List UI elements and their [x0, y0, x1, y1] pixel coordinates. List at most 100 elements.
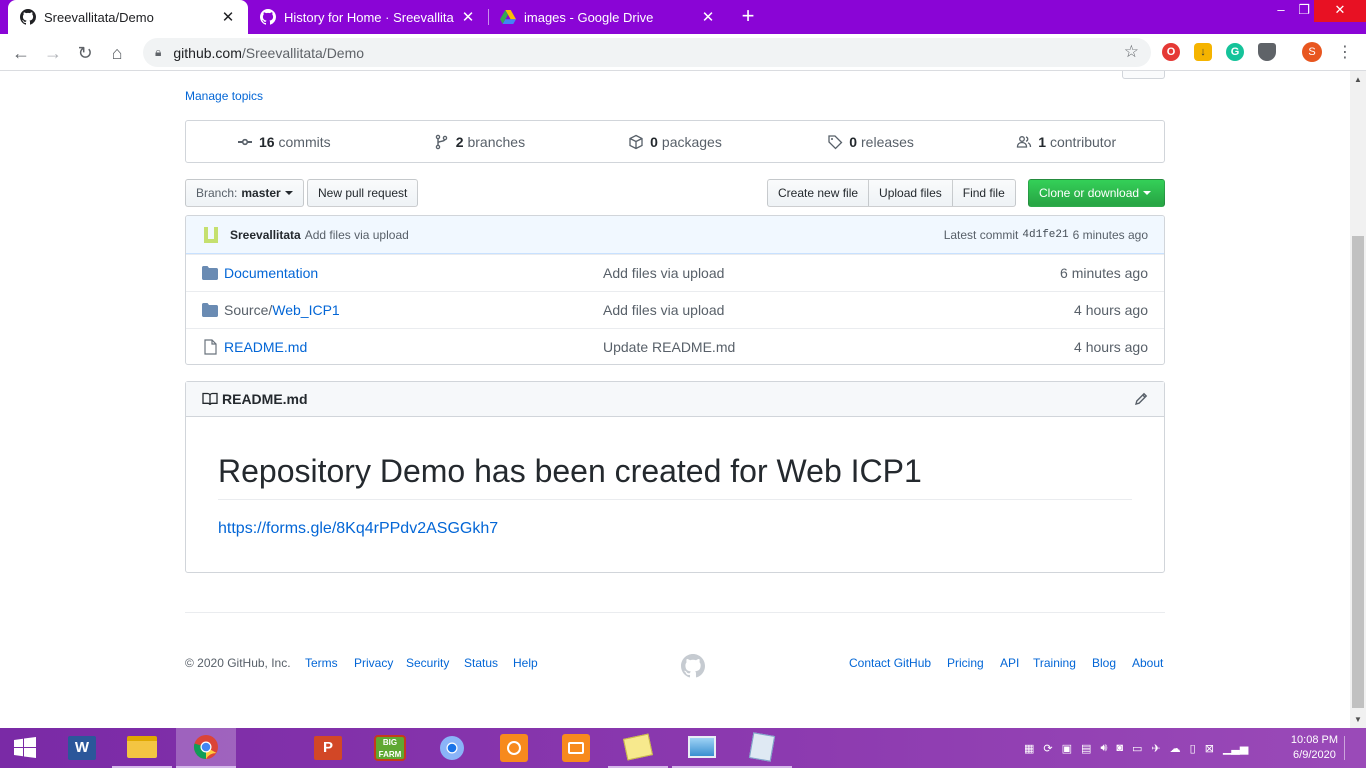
footer-link-privacy[interactable]: Privacy: [354, 656, 393, 670]
wifi-signal-icon[interactable]: ▁▃▅: [1223, 742, 1248, 755]
branches-stat[interactable]: 2 branches: [382, 121, 578, 162]
tray-app-icon[interactable]: ▣: [1062, 742, 1072, 755]
volume-icon[interactable]: 🔊︎: [1100, 742, 1107, 755]
file-age: 6 minutes ago: [1060, 265, 1148, 281]
file-commit-message[interactable]: Update README.md: [603, 339, 735, 355]
footer-link-help[interactable]: Help: [513, 656, 538, 670]
chrome-menu-icon[interactable]: ⋮: [1332, 40, 1358, 66]
close-tab-icon[interactable]: ✕: [700, 8, 716, 26]
no-network-icon[interactable]: ⊠: [1205, 742, 1214, 755]
windows-start-icon[interactable]: [0, 728, 50, 768]
commit-message[interactable]: Add files via upload: [305, 228, 409, 242]
contributors-count: 1: [1038, 133, 1046, 150]
camera-app-icon[interactable]: [546, 728, 606, 768]
notification-icon[interactable]: [1344, 736, 1354, 760]
tools-icon[interactable]: ✈︎: [1151, 742, 1160, 755]
chromium-icon[interactable]: [422, 728, 482, 768]
footer-link-status[interactable]: Status: [464, 656, 498, 670]
sticky-notes-icon[interactable]: [608, 728, 668, 768]
system-tray: ▦ ⟳ ▣ ▤ 🔊︎ ◙ ▭ ✈︎ ☁︎ ▯ ⊠ ▁▃▅: [1024, 728, 1248, 768]
photo-app-icon[interactable]: [484, 728, 544, 768]
notepad-icon[interactable]: [732, 728, 792, 768]
footer-link-api[interactable]: API: [1000, 656, 1019, 670]
scroll-up-arrow-icon[interactable]: ▲: [1350, 75, 1366, 84]
grid-icon[interactable]: ▤: [1081, 742, 1091, 755]
bookmark-star-icon[interactable]: ☆: [1124, 42, 1139, 62]
profile-avatar[interactable]: S: [1302, 42, 1322, 62]
network-app-icon[interactable]: ▦: [1024, 742, 1034, 755]
file-age: 4 hours ago: [1074, 339, 1148, 355]
upload-files-button[interactable]: Upload files: [868, 179, 953, 207]
browser-tab-strip: Sreevallitata/Demo ✕ History for Home · …: [0, 0, 1366, 34]
footer-link-training[interactable]: Training: [1033, 656, 1076, 670]
branches-label: branches: [467, 133, 526, 150]
releases-stat[interactable]: 0 releases: [773, 121, 969, 162]
monitor-icon[interactable]: ▭: [1132, 742, 1142, 755]
tab-history-for-home[interactable]: History for Home · Sreevallitata/D ✕: [248, 0, 488, 34]
powerpoint-icon[interactable]: P: [298, 728, 358, 768]
manage-topics-link[interactable]: Manage topics: [185, 89, 263, 103]
find-file-button[interactable]: Find file: [951, 179, 1016, 207]
close-window-button[interactable]: ✕: [1314, 0, 1366, 22]
footer-divider: [185, 612, 1165, 613]
avatar[interactable]: [202, 225, 222, 245]
home-icon[interactable]: ⌂: [104, 40, 130, 66]
package-icon: [629, 134, 643, 149]
footer-link-pricing[interactable]: Pricing: [947, 656, 984, 670]
update-icon[interactable]: ⟳: [1043, 742, 1052, 755]
file-name-link[interactable]: Source/Web_ICP1: [224, 302, 340, 318]
battery-icon[interactable]: ▯: [1190, 742, 1196, 755]
branch-select-button[interactable]: Branch: master: [185, 179, 304, 207]
footer-link-terms[interactable]: Terms: [305, 656, 338, 670]
opera-extension-icon[interactable]: O: [1162, 43, 1180, 61]
contributors-stat[interactable]: 1 contributor: [968, 121, 1164, 162]
tab-sreevallitata-demo[interactable]: Sreevallitata/Demo ✕: [8, 0, 248, 34]
tab-google-drive[interactable]: images - Google Drive ✕: [488, 0, 728, 34]
file-commit-message[interactable]: Add files via upload: [603, 302, 724, 318]
address-bar[interactable]: 🔒︎ github.com/Sreevallitata/Demo ☆: [143, 38, 1151, 67]
footer-link-contact-github[interactable]: Contact GitHub: [849, 656, 931, 670]
new-pull-request-button[interactable]: New pull request: [307, 179, 419, 207]
github-logo-icon[interactable]: [681, 654, 705, 678]
word-icon[interactable]: W: [52, 728, 112, 768]
footer-link-security[interactable]: Security: [406, 656, 449, 670]
forward-arrow-icon[interactable]: →: [40, 40, 66, 66]
footer-link-blog[interactable]: Blog: [1092, 656, 1116, 670]
close-tab-icon[interactable]: ✕: [220, 8, 236, 26]
windows-taskbar: W P BIG FARM ▦ ⟳ ▣ ▤ 🔊︎ ◙ ▭ ✈︎ ☁︎ ▯ ⊠ ▁▃…: [0, 728, 1366, 768]
scroll-down-arrow-icon[interactable]: ▼: [1350, 715, 1366, 724]
camera-icon[interactable]: ◙: [1116, 742, 1123, 754]
create-new-file-button[interactable]: Create new file: [767, 179, 870, 207]
readme-form-link[interactable]: https://forms.gle/8Kq4rPPdv2ASGGkh7: [218, 520, 498, 538]
commit-sha[interactable]: 4d1fe21: [1022, 229, 1068, 241]
page-scrollbar[interactable]: ▲ ▼: [1350, 71, 1366, 728]
commit-author[interactable]: Sreevallitata: [230, 228, 301, 242]
download-extension-icon[interactable]: ↓: [1194, 43, 1212, 61]
file-name-link[interactable]: README.md: [224, 339, 307, 355]
clone-or-download-button[interactable]: Clone or download: [1028, 179, 1165, 207]
file-commit-message[interactable]: Add files via upload: [603, 265, 724, 281]
pencil-icon[interactable]: [1134, 392, 1148, 406]
grammarly-extension-icon[interactable]: G: [1226, 43, 1244, 61]
tag-icon: [828, 134, 843, 149]
commits-stat[interactable]: 16 commits: [186, 121, 382, 162]
taskbar-clock[interactable]: 10:08 PM 6/9/2020: [1291, 733, 1338, 763]
file-explorer-icon[interactable]: [112, 728, 172, 768]
reload-icon[interactable]: ↻: [72, 40, 98, 66]
new-tab-button[interactable]: +: [736, 4, 760, 28]
back-arrow-icon[interactable]: ←: [8, 40, 34, 66]
file-path-prefix: Source/: [224, 302, 273, 318]
photos-icon[interactable]: [672, 728, 732, 768]
edit-topics-button[interactable]: [1122, 71, 1165, 79]
cloud-icon[interactable]: ☁︎: [1170, 742, 1181, 755]
shield-extension-icon[interactable]: [1258, 43, 1276, 61]
chrome-icon[interactable]: [176, 728, 236, 768]
packages-stat[interactable]: 0 packages: [577, 121, 773, 162]
footer-link-about[interactable]: About: [1132, 656, 1163, 670]
branch-icon: [435, 134, 447, 149]
scrollbar-thumb[interactable]: [1352, 236, 1364, 708]
big-farm-icon[interactable]: BIG FARM: [360, 728, 420, 768]
file-name-link[interactable]: Documentation: [224, 265, 318, 281]
clock-date: 6/9/2020: [1293, 749, 1336, 761]
close-tab-icon[interactable]: ✕: [460, 8, 476, 26]
